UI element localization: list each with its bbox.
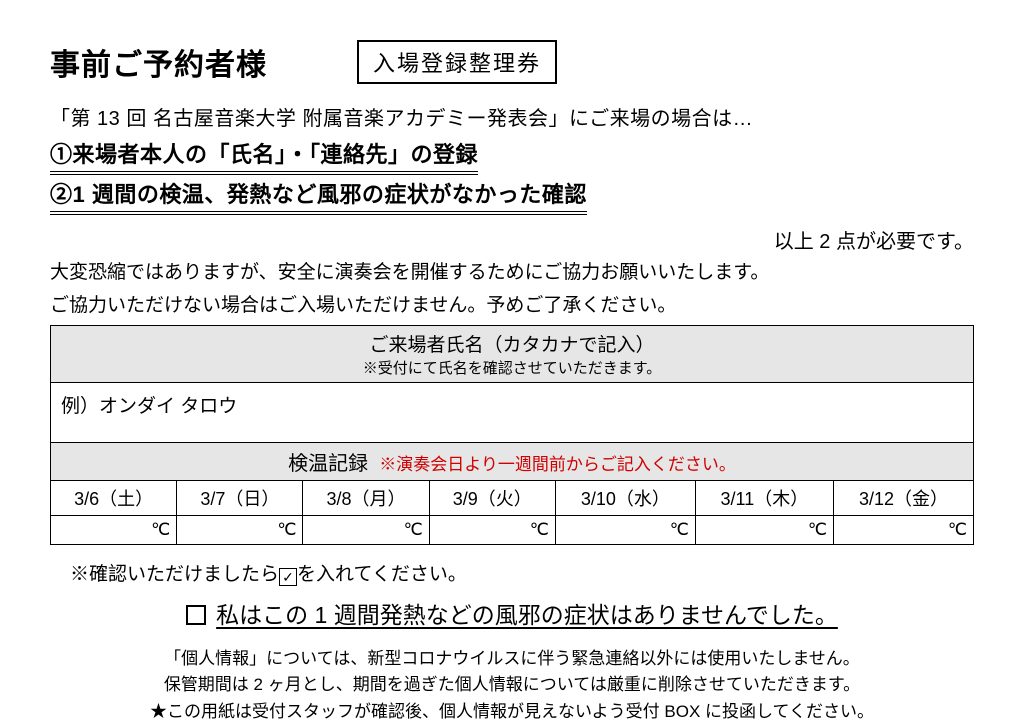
date-cell: 3/6（土）	[51, 481, 177, 516]
date-cell: 3/12（金）	[833, 481, 973, 516]
date-cell: 3/7（日）	[177, 481, 303, 516]
checkbox-icon[interactable]	[186, 605, 206, 625]
date-cell: 3/9（火）	[429, 481, 555, 516]
temp-input-cell[interactable]: ℃	[303, 516, 429, 545]
temp-input-cell[interactable]: ℃	[695, 516, 833, 545]
footer-line-1: 「個人情報」については、新型コロナウイルスに伴う緊急連絡以外には使用いたしません…	[50, 646, 974, 672]
temp-header-cell: 検温記録 ※演奏会日より一週間前からご記入ください。	[51, 443, 974, 481]
requirement-2: ②1 週間の検温、発熱など風邪の症状がなかった確認	[50, 177, 974, 215]
name-header-cell: ご来場者氏名（カタカナで記入） ※受付にて氏名を確認させていただきます。	[51, 326, 974, 383]
declaration-text: 私はこの 1 週間発熱などの風邪の症状はありませんでした。	[216, 602, 838, 628]
date-cell: 3/8（月）	[303, 481, 429, 516]
name-header: ご来場者氏名（カタカナで記入）	[57, 330, 967, 357]
check-instruction: ※確認いただけましたら✓を入れてください。	[70, 559, 974, 586]
temp-input-cell[interactable]: ℃	[51, 516, 177, 545]
event-line: 「第 13 回 名古屋音楽大学 附属音楽アカデミー発表会」にご来場の場合は…	[50, 102, 974, 131]
temp-header-label: 検温記録	[288, 453, 368, 475]
temp-input-cell[interactable]: ℃	[429, 516, 555, 545]
temp-input-cell[interactable]: ℃	[833, 516, 973, 545]
temp-input-cell[interactable]: ℃	[177, 516, 303, 545]
footer-line-2: 保管期間は 2 ヶ月とし、期間を過ぎた個人情報については厳重に削除させていただき…	[50, 672, 974, 698]
body-line-1: 大変恐縮ではありますが、安全に演奏会を開催するためにご協力お願いいたします。	[50, 260, 974, 287]
temp-input-cell[interactable]: ℃	[555, 516, 695, 545]
body-line-2: ご協力いただけない場合はご入場いただけません。予めご了承ください。	[50, 293, 974, 320]
requirement-summary: 以上 2 点が必要です。	[50, 225, 974, 254]
ticket-label-box: 入場登録整理券	[357, 40, 557, 84]
check-icon: ✓	[279, 568, 297, 586]
registration-table: ご来場者氏名（カタカナで記入） ※受付にて氏名を確認させていただきます。 例）オ…	[50, 325, 974, 545]
declaration-line: 私はこの 1 週間発熱などの風邪の症状はありませんでした。	[50, 596, 974, 630]
date-cell: 3/11（木）	[695, 481, 833, 516]
name-subnote: ※受付にて氏名を確認させていただきます。	[57, 357, 967, 378]
footer-block: 「個人情報」については、新型コロナウイルスに伴う緊急連絡以外には使用いたしません…	[50, 646, 974, 725]
temp-header-note: ※演奏会日より一週間前からご記入ください。	[379, 455, 736, 474]
footer-line-3: ★この用紙は受付スタッフが確認後、個人情報が見えないよう受付 BOX に投函して…	[50, 699, 974, 725]
page-title: 事前ご予約者様	[50, 40, 267, 84]
date-cell: 3/10（水）	[555, 481, 695, 516]
name-input-cell[interactable]: 例）オンダイ タロウ	[51, 383, 974, 443]
requirement-1: ①来場者本人の「氏名」・「連絡先」の登録	[50, 137, 974, 175]
